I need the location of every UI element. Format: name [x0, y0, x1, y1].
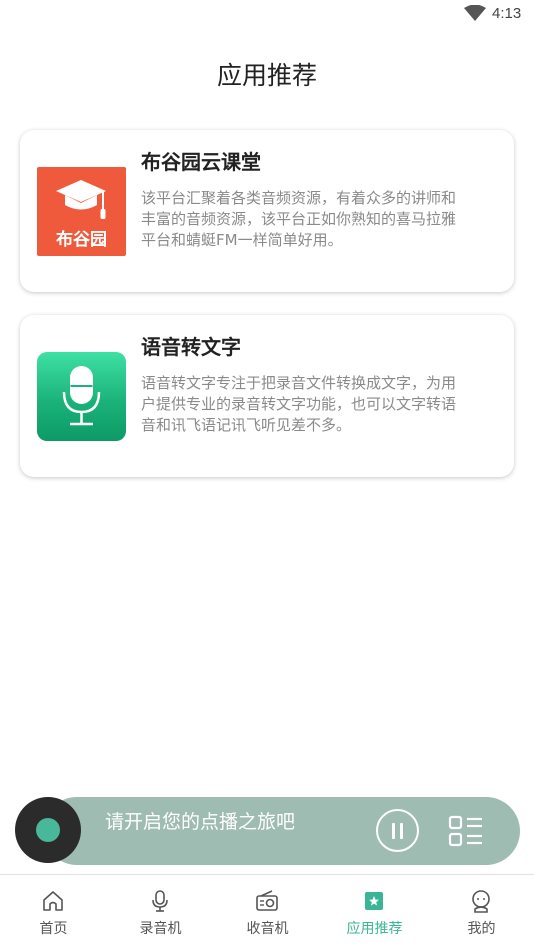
home-icon — [43, 891, 63, 911]
app-card-bugu-cloud-class[interactable]: 布谷园 布谷园云课堂 该平台汇聚着各类音频资源，有着众多的讲师和丰富的音频资源，… — [20, 130, 514, 292]
tab-label: 应用推荐 — [346, 921, 403, 937]
tab-recorder[interactable]: 录音机 — [107, 875, 214, 949]
app-icon-speech-to-text[interactable] — [37, 352, 126, 441]
mini-player[interactable]: 请开启您的点播之旅吧 — [15, 797, 520, 865]
app-icon-bugu[interactable]: 布谷园 — [37, 167, 126, 256]
app-recommend-icon — [365, 892, 383, 910]
tab-label: 收音机 — [246, 921, 289, 937]
microphone-icon — [152, 890, 168, 912]
playlist-icon[interactable] — [448, 814, 484, 848]
app-title[interactable]: 语音转文字 — [141, 331, 241, 360]
tab-app-recommend[interactable]: 应用推荐 — [321, 875, 428, 949]
tab-radio[interactable]: 收音机 — [214, 875, 321, 949]
app-description: 该平台汇聚着各类音频资源，有着众多的讲师和丰富的音频资源，该平台正如你熟知的喜马… — [141, 189, 457, 249]
tab-label: 录音机 — [139, 921, 182, 937]
pause-icon-bar-left — [392, 823, 395, 839]
app-card-speech-to-text[interactable]: 语音转文字 语音转文字专注于把录音文件转换成文字，为用户提供专业的录音转文字功能… — [20, 315, 514, 477]
record-disc-icon[interactable] — [15, 797, 81, 863]
radio-icon — [256, 890, 278, 911]
tab-home[interactable]: 首页 — [0, 875, 107, 949]
player-prompt: 请开启您的点播之旅吧 — [105, 811, 296, 833]
disc-center — [36, 818, 60, 842]
tab-label: 首页 — [39, 921, 68, 937]
app-description: 语音转文字专注于把录音文件转换成文字，为用户提供专业的录音转文字功能，也可以文字… — [141, 374, 457, 434]
microphone-icon — [62, 366, 101, 426]
page-title: 应用推荐 — [216, 61, 317, 90]
pause-icon-bar-right — [400, 823, 403, 839]
profile-icon — [472, 890, 490, 913]
app-icon-caption: 布谷园 — [56, 230, 107, 250]
tab-profile[interactable]: 我的 — [428, 875, 534, 949]
pause-button[interactable] — [376, 809, 419, 852]
tab-label: 我的 — [467, 921, 496, 937]
status-time: 4:13 — [492, 5, 522, 22]
bottom-tab-bar: 首页 录音机 收音机 应用推荐 我的 — [0, 874, 534, 949]
app-title[interactable]: 布谷园云课堂 — [141, 146, 261, 175]
wifi-icon — [464, 5, 486, 21]
status-bar: 4:13 — [0, 0, 534, 28]
